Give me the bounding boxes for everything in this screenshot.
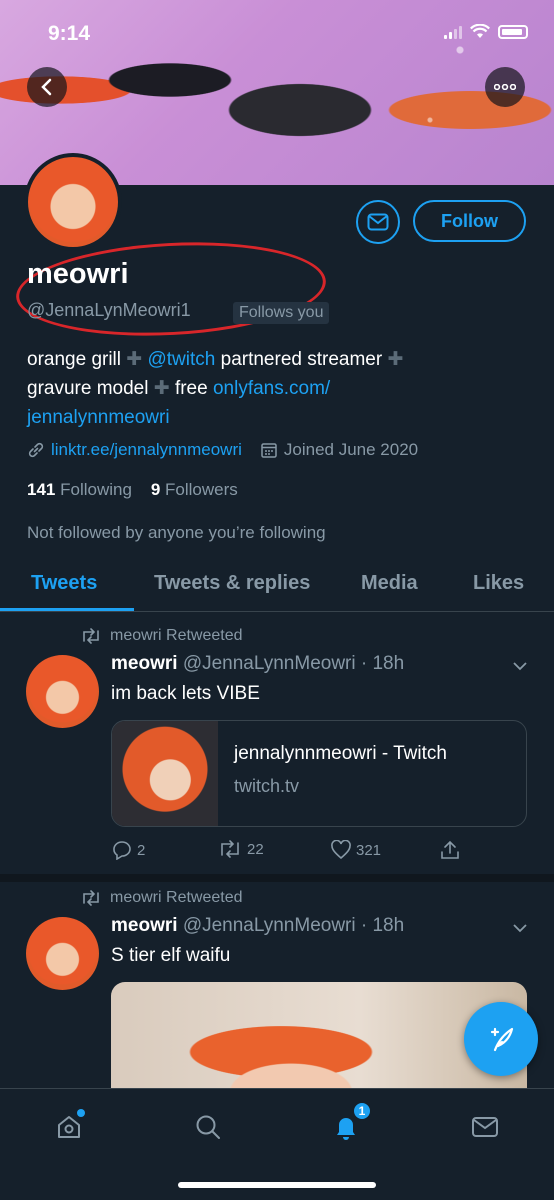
follow-button[interactable]: Follow (413, 200, 526, 242)
share-icon (441, 840, 459, 859)
bio-url-link-continued[interactable]: jennalynnmeowri (27, 407, 170, 428)
retweet-indicator: meowri Retweeted (80, 627, 243, 645)
mail-icon (367, 213, 389, 231)
tweet-avatar[interactable] (26, 917, 99, 990)
chevron-left-icon (41, 78, 52, 96)
followers-label: Followers (165, 480, 238, 499)
card-thumbnail (112, 721, 218, 826)
website-link[interactable]: linktr.ee/jennalynnmeowri (51, 440, 242, 460)
profile-meta: linktr.ee/jennalynnmeowri Joined June 20… (27, 440, 418, 460)
link-icon (28, 442, 44, 458)
home-icon (58, 1116, 80, 1138)
tweet-header: meowri @JennaLynnMeowri · 18h (111, 653, 404, 675)
status-icons (444, 24, 528, 39)
retweet-indicator: meowri Retweeted (80, 889, 243, 907)
profile-bio: orange grill ✚ @twitch partnered streame… (27, 345, 527, 432)
active-tab-indicator (0, 608, 134, 611)
tweet-menu-button[interactable] (512, 658, 528, 674)
battery-icon (498, 24, 528, 39)
reply-button[interactable]: 2 (111, 840, 145, 860)
like-count: 321 (356, 841, 382, 859)
status-time: 9:14 (48, 22, 91, 45)
plus-icon: ✚ (387, 349, 404, 370)
tweet-avatar[interactable] (26, 655, 99, 728)
back-button[interactable] (27, 67, 67, 107)
plus-icon: ✚ (126, 349, 143, 370)
tab-tweets[interactable]: Tweets (31, 572, 97, 595)
tweet-handle-time: @JennaLynnMeowri · 18h (182, 653, 405, 674)
tweet-header: meowri @JennaLynnMeowri · 18h (111, 915, 404, 937)
tweet-actions: 2 22 321 (111, 838, 471, 864)
tweet-menu-button[interactable] (512, 920, 528, 936)
tab-likes[interactable]: Likes (473, 572, 524, 595)
retweet-button[interactable]: 22 (217, 840, 264, 858)
more-icon (494, 84, 516, 90)
chevron-down-icon (513, 662, 527, 671)
like-button[interactable]: 321 (330, 840, 381, 860)
message-button[interactable] (356, 200, 400, 244)
compose-tweet-button[interactable] (464, 1002, 538, 1076)
retweet-icon (83, 890, 99, 906)
tab-tweets-replies[interactable]: Tweets & replies (154, 572, 310, 595)
nav-messages[interactable] (465, 1107, 505, 1147)
bio-text: gravure model (27, 378, 149, 399)
retweet-icon (221, 840, 239, 858)
retweet-label: meowri Retweeted (110, 627, 243, 644)
profile-avatar[interactable] (24, 153, 122, 251)
mail-icon (472, 1117, 498, 1137)
link-card[interactable]: jennalynnmeowri - Twitch twitch.tv (111, 720, 527, 827)
chevron-down-icon (513, 924, 527, 933)
profile-display-name: meowri (27, 258, 129, 290)
profile-handle: @JennaLynMeowri1 (27, 300, 191, 320)
card-domain: twitch.tv (234, 776, 300, 796)
notifications-badge: 1 (352, 1101, 372, 1121)
tweet-divider (0, 874, 554, 882)
retweet-label: meowri Retweeted (110, 889, 243, 906)
card-title: jennalynnmeowri - Twitch (234, 743, 447, 764)
home-unread-dot (77, 1109, 85, 1117)
following-count-link[interactable]: 141 Following (27, 480, 132, 499)
bio-url-link[interactable]: onlyfans.com/ (213, 378, 330, 399)
bio-text: orange grill (27, 349, 121, 370)
following-label: Following (60, 480, 132, 499)
signal-icon (444, 25, 462, 39)
compose-feather-icon (490, 1027, 514, 1052)
bio-mention-link[interactable]: @twitch (147, 349, 215, 370)
not-followed-notice: Not followed by anyone you’re following (27, 523, 326, 542)
followers-count: 9 (150, 480, 161, 499)
tweet-handle-time: @JennaLynnMeowri · 18h (182, 915, 405, 936)
wifi-icon (470, 24, 490, 38)
heart-icon (331, 840, 351, 860)
tweet-text: im back lets VIBE (111, 683, 260, 704)
joined-date: Joined June 2020 (283, 440, 419, 459)
more-options-button[interactable] (485, 67, 525, 107)
tweet-author-name[interactable]: meowri (111, 653, 178, 674)
follow-counts: 141 Following 9 Followers (27, 480, 238, 500)
retweet-icon (83, 628, 99, 644)
calendar-icon (261, 443, 277, 458)
nav-search[interactable] (188, 1107, 228, 1147)
search-icon (196, 1115, 220, 1139)
plus-icon: ✚ (153, 378, 170, 399)
share-button[interactable] (439, 840, 461, 860)
status-bar: 9:14 (0, 0, 554, 60)
home-indicator (178, 1182, 376, 1188)
reply-icon (113, 841, 131, 860)
tweet-text: S tier elf waifu (111, 945, 231, 966)
tab-media[interactable]: Media (361, 572, 418, 595)
nav-notifications[interactable]: 1 (326, 1101, 372, 1147)
retweet-count: 22 (247, 840, 264, 858)
bio-text: partnered streamer (220, 349, 383, 370)
reply-count: 2 (137, 841, 146, 859)
follows-you-badge: Follows you (233, 302, 330, 324)
followers-count-link[interactable]: 9 Followers (151, 480, 238, 499)
profile-tabs: Tweets Tweets & replies Media Likes (0, 560, 554, 612)
tweet-author-name[interactable]: meowri (111, 915, 178, 936)
bio-text: free (174, 378, 208, 399)
nav-home[interactable] (49, 1107, 89, 1147)
following-count: 141 (27, 480, 56, 499)
